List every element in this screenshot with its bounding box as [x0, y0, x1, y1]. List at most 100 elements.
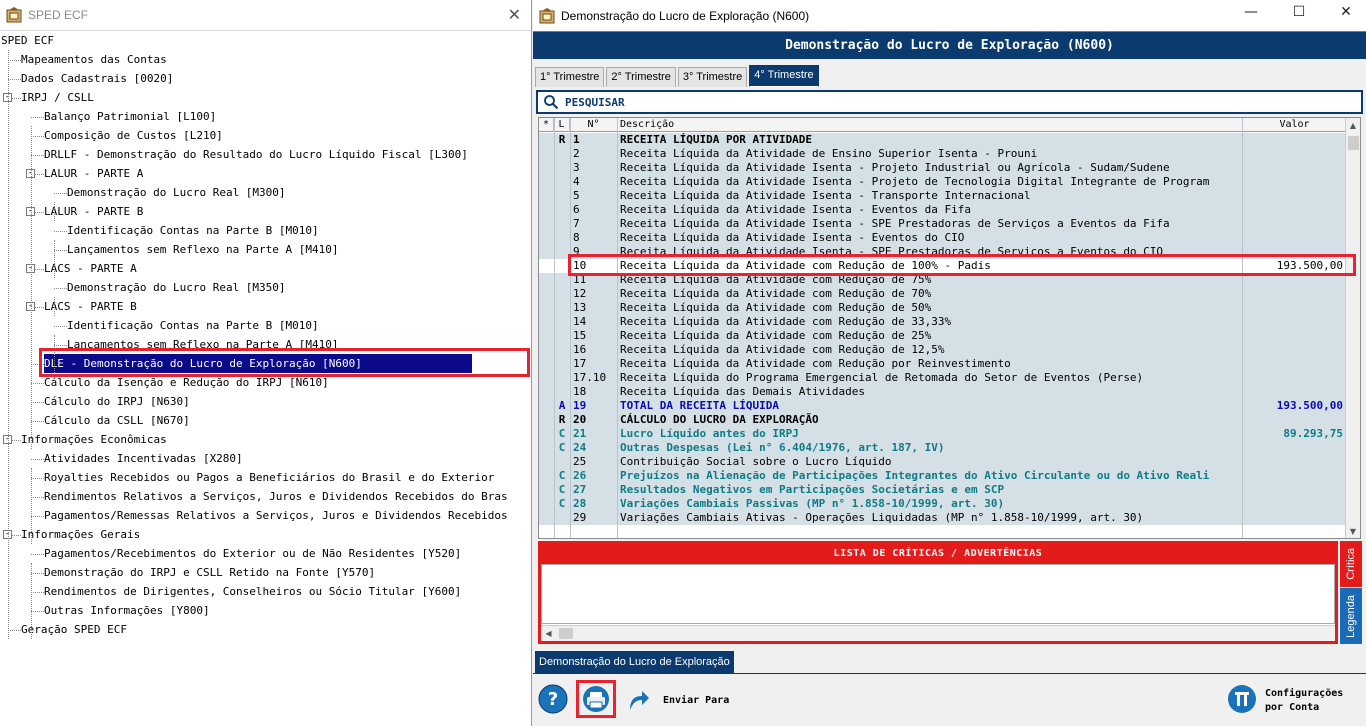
row-value[interactable]: [1243, 455, 1347, 469]
close-icon[interactable]: ✕: [1336, 4, 1356, 20]
row-value[interactable]: [1243, 161, 1347, 175]
row-value[interactable]: [1243, 175, 1347, 189]
tree-item[interactable]: Pagamentos/Remessas Relativos a Serviços…: [44, 506, 508, 525]
tab-q2[interactable]: 2° Trimestre: [606, 67, 676, 87]
row-value[interactable]: [1243, 511, 1347, 525]
tree-item[interactable]: Composição de Custos [L210]: [44, 126, 223, 145]
tree-item[interactable]: LALUR - PARTE B: [44, 202, 143, 221]
tree-item[interactable]: Balanço Patrimonial [L100]: [44, 107, 216, 126]
table-row[interactable]: R 1 RECEITA LÍQUIDA POR ATIVIDADE: [539, 133, 1347, 147]
table-row[interactable]: R 20 CÁLCULO DO LUCRO DA EXPLORAÇÃO: [539, 413, 1347, 427]
table-row[interactable]: 29 Variações Cambiais Ativas - Operações …: [539, 511, 1347, 525]
hscroll-thumb[interactable]: [559, 628, 573, 639]
row-value[interactable]: [1243, 441, 1347, 455]
table-row[interactable]: 2 Receita Líquida da Atividade de Ensino …: [539, 147, 1347, 161]
tree-item[interactable]: Demonstração do Lucro Real [M350]: [67, 278, 286, 297]
tree-item[interactable]: Cálculo do IRPJ [N630]: [44, 392, 190, 411]
grid-scrollbar[interactable]: ▲ ▼: [1345, 118, 1360, 538]
table-row[interactable]: 13 Receita Líquida da Atividade com Reduç…: [539, 301, 1347, 315]
tree-item[interactable]: Atividades Incentivadas [X280]: [44, 449, 243, 468]
tree-item[interactable]: Dados Cadastrais [0020]: [21, 69, 173, 88]
tree-item[interactable]: LALUR - PARTE A: [44, 164, 143, 183]
table-row[interactable]: 3 Receita Líquida da Atividade Isenta - P…: [539, 161, 1347, 175]
tab-q3[interactable]: 3° Trimestre: [677, 67, 748, 87]
row-value[interactable]: [1243, 357, 1347, 371]
row-value[interactable]: [1243, 301, 1347, 315]
critiques-hscrollbar[interactable]: ◀: [541, 625, 1335, 641]
tab-q1[interactable]: 1° Trimestre: [535, 67, 605, 87]
tab-q4[interactable]: 4° Trimestre: [749, 65, 819, 87]
send-label[interactable]: Enviar Para: [663, 695, 729, 706]
settings-label-line2[interactable]: por Conta: [1265, 702, 1319, 713]
tree-item[interactable]: Informações Econômicas: [21, 430, 167, 449]
table-row[interactable]: C 26 Prejuízos na Alienação de Participaçõ…: [539, 469, 1347, 483]
scroll-up-icon[interactable]: ▲: [1347, 119, 1359, 133]
tree-item[interactable]: Rendimentos Relativos a Serviços, Juros …: [44, 487, 508, 506]
tree-item[interactable]: Royalties Recebidos ou Pagos a Beneficiá…: [44, 468, 494, 487]
table-row[interactable]: 6 Receita Líquida da Atividade Isenta - E…: [539, 203, 1347, 217]
table-row[interactable]: 14 Receita Líquida da Atividade com Reduç…: [539, 315, 1347, 329]
table-row[interactable]: C 21 Lucro Líquido antes do IRPJ 89.293,75: [539, 427, 1347, 441]
row-value[interactable]: [1243, 371, 1347, 385]
tab-legenda[interactable]: Legenda: [1340, 588, 1362, 644]
tree-item[interactable]: Demonstração do IRPJ e CSLL Retido na Fo…: [44, 563, 375, 582]
settings-button[interactable]: [1227, 684, 1257, 714]
close-icon[interactable]: ✕: [508, 5, 521, 24]
tree-item[interactable]: LACS - PARTE A: [44, 259, 137, 278]
table-row[interactable]: 7 Receita Líquida da Atividade Isenta - S…: [539, 217, 1347, 231]
minimize-icon[interactable]: —: [1241, 4, 1261, 20]
help-button[interactable]: ?: [538, 684, 568, 714]
table-row[interactable]: C 27 Resultados Negativos em Participações…: [539, 483, 1347, 497]
row-value[interactable]: [1243, 385, 1347, 399]
tree-item[interactable]: Identificação Contas na Parte B [M010]: [67, 316, 319, 335]
send-button[interactable]: [626, 686, 650, 712]
table-row[interactable]: 15 Receita Líquida da Atividade com Reduç…: [539, 329, 1347, 343]
tree-item[interactable]: Demonstração do Lucro Real [M300]: [67, 183, 286, 202]
row-value[interactable]: [1243, 217, 1347, 231]
tree-item[interactable]: Lançamentos sem Reflexo na Parte A [M410…: [67, 240, 339, 259]
row-value[interactable]: 89.293,75: [1243, 427, 1347, 441]
table-row[interactable]: A 19 TOTAL DA RECEITA LÍQUIDA 193.500,00: [539, 399, 1347, 413]
search-bar[interactable]: PESQUISAR: [536, 90, 1363, 114]
row-value[interactable]: 193.500,00: [1243, 399, 1347, 413]
scroll-thumb[interactable]: [1348, 136, 1359, 150]
row-value[interactable]: [1243, 315, 1347, 329]
table-row[interactable]: C 28 Variações Cambiais Passivas (MP n° 1.…: [539, 497, 1347, 511]
row-value[interactable]: [1243, 413, 1347, 427]
scroll-left-icon[interactable]: ◀: [541, 626, 556, 641]
table-row[interactable]: 12 Receita Líquida da Atividade com Reduç…: [539, 287, 1347, 301]
tree-item[interactable]: Geração SPED ECF: [21, 620, 127, 639]
tree-item[interactable]: LACS - PARTE B: [44, 297, 137, 316]
row-value[interactable]: [1243, 203, 1347, 217]
table-row[interactable]: 4 Receita Líquida da Atividade Isenta - P…: [539, 175, 1347, 189]
table-row[interactable]: 17 Receita Líquida da Atividade com Reduç…: [539, 357, 1347, 371]
tree-item[interactable]: Cálculo da CSLL [N670]: [44, 411, 190, 430]
tree-item[interactable]: SPED ECF: [1, 31, 54, 50]
row-value[interactable]: [1243, 231, 1347, 245]
tab-critica[interactable]: Crítica: [1340, 541, 1362, 587]
row-value[interactable]: [1243, 483, 1347, 497]
table-row[interactable]: 18 Receita Líquida das Demais Atividades: [539, 385, 1347, 399]
tree-item[interactable]: IRPJ / CSLL: [21, 88, 94, 107]
tree-item[interactable]: Pagamentos/Recebimentos do Exterior ou d…: [44, 544, 461, 563]
row-value[interactable]: [1243, 329, 1347, 343]
row-value[interactable]: [1243, 189, 1347, 203]
table-row[interactable]: 25 Contribuição Social sobre o Lucro Líqu…: [539, 455, 1347, 469]
maximize-icon[interactable]: ☐: [1289, 4, 1309, 20]
table-row[interactable]: C 24 Outras Despesas (Lei n° 6.404/1976, a…: [539, 441, 1347, 455]
row-value[interactable]: [1243, 497, 1347, 511]
row-value[interactable]: [1243, 469, 1347, 483]
table-row[interactable]: 5 Receita Líquida da Atividade Isenta - T…: [539, 189, 1347, 203]
tree-item[interactable]: Mapeamentos das Contas: [21, 50, 167, 69]
row-value[interactable]: [1243, 287, 1347, 301]
table-row[interactable]: 16 Receita Líquida da Atividade com Reduç…: [539, 343, 1347, 357]
tree-item[interactable]: Rendimentos de Dirigentes, Conselheiros …: [44, 582, 461, 601]
tree-item[interactable]: DRLLF - Demonstração do Resultado do Luc…: [44, 145, 468, 164]
tab-dle[interactable]: Demonstração do Lucro de Exploração: [535, 651, 734, 673]
tree-item[interactable]: Identificação Contas na Parte B [M010]: [67, 221, 319, 240]
print-button[interactable]: [576, 680, 616, 718]
tree-item[interactable]: Outras Informações [Y800]: [44, 601, 210, 620]
tree-item[interactable]: Informações Gerais: [21, 525, 140, 544]
row-value[interactable]: [1243, 133, 1347, 147]
row-value[interactable]: [1243, 147, 1347, 161]
